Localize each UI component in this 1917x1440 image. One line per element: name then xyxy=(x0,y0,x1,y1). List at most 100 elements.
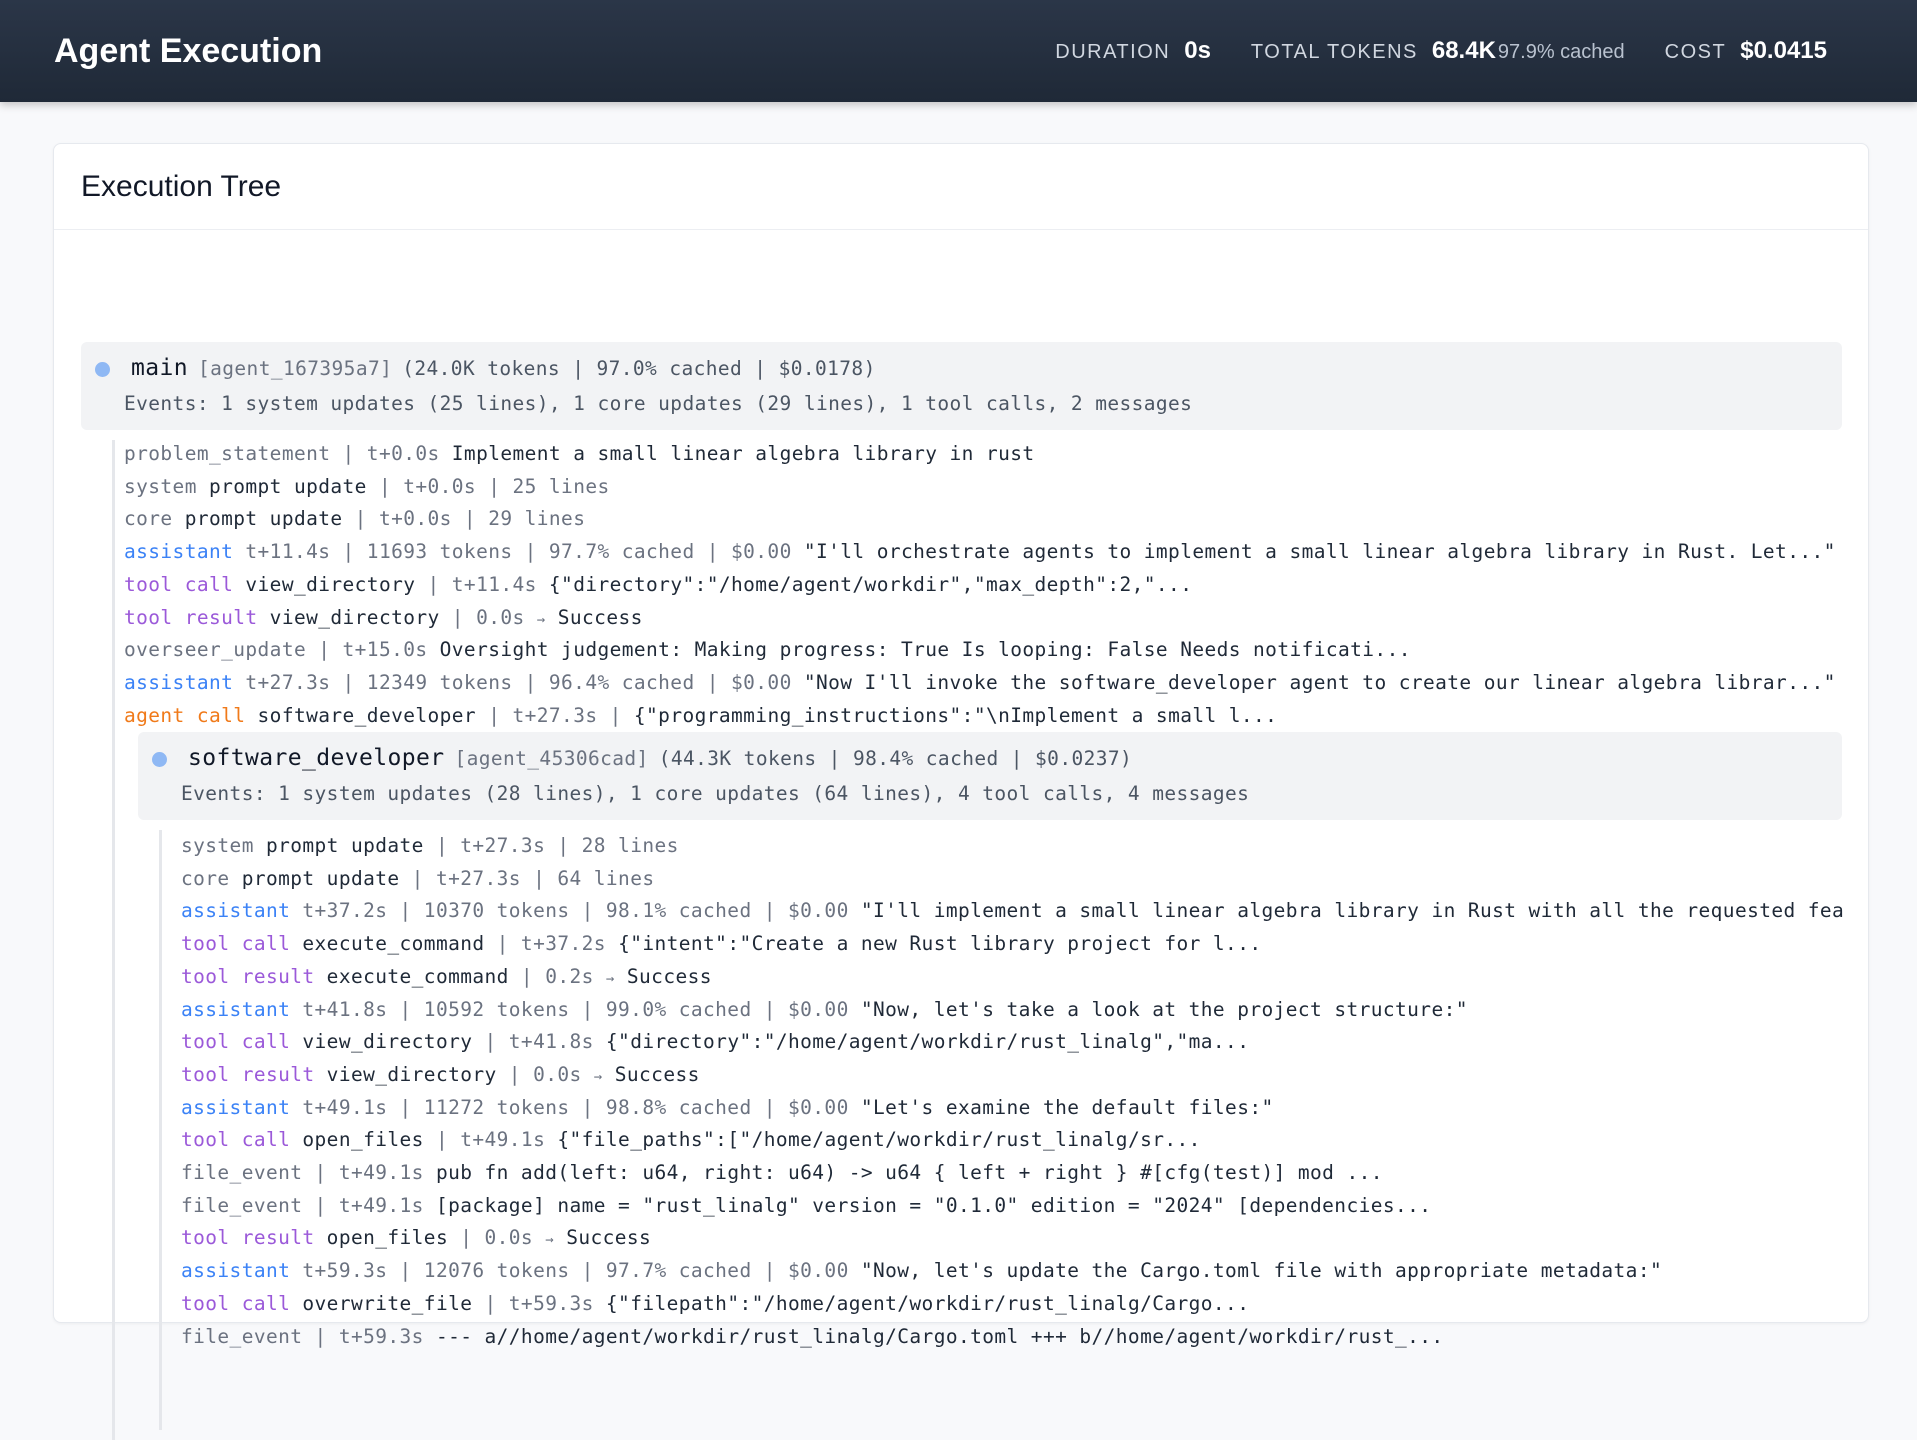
event-meta: | t+0.0s | 25 lines xyxy=(366,474,610,498)
event-kind: tool result xyxy=(181,964,315,988)
agent-node-main[interactable]: main [agent_167395a7] (24.0K tokens | 97… xyxy=(81,342,1842,430)
event-row[interactable]: core prompt update | t+27.3s | 64 lines xyxy=(181,865,1843,893)
event-row[interactable]: system prompt update | t+27.3s | 28 line… xyxy=(181,832,1843,860)
event-row[interactable]: tool call view_directory | t+11.4s {"dir… xyxy=(124,571,1844,599)
event-body: Implement a small linear algebra library… xyxy=(451,442,1035,465)
event-meta: | 0.0s xyxy=(439,605,537,629)
event-meta: | t+49.1s xyxy=(302,1161,436,1184)
event-meta: t+27.3s | 12349 tokens | 96.4% cached | … xyxy=(233,670,804,694)
event-kind: tool result xyxy=(181,1226,315,1250)
event-body: [package] name = "rust_linalg" version =… xyxy=(435,1193,1432,1217)
event-row[interactable]: tool call execute_command | t+37.2s {"in… xyxy=(181,930,1843,958)
event-target: prompt update xyxy=(184,507,343,531)
event-meta: t+37.2s | 10370 tokens | 98.1% cached | … xyxy=(290,899,861,923)
event-row[interactable]: tool result open_files | 0.0s → Success xyxy=(181,1224,1843,1252)
event-row[interactable]: assistant t+59.3s | 12076 tokens | 97.7%… xyxy=(181,1257,1843,1285)
event-target: execute_command xyxy=(290,932,485,956)
event-meta: | t+41.8s xyxy=(472,1030,606,1054)
event-kind: core xyxy=(124,507,185,531)
agent-name: main xyxy=(131,355,188,381)
agent-node-software-developer[interactable]: software_developer [agent_45306cad] (44.… xyxy=(138,732,1842,820)
event-meta: t+59.3s | 12076 tokens | 97.7% cached | … xyxy=(290,1259,861,1283)
cost-label: COST xyxy=(1664,41,1727,63)
agent-status-dot xyxy=(152,752,167,767)
event-row[interactable]: tool call view_directory | t+41.8s {"dir… xyxy=(181,1028,1843,1056)
event-body: pub fn add(left: u64, right: u64) -> u64… xyxy=(435,1161,1383,1184)
event-kind: tool call xyxy=(181,1128,291,1152)
event-row[interactable]: file_event | t+49.1s pub fn add(left: u6… xyxy=(181,1159,1843,1187)
event-meta: | t+59.3s xyxy=(302,1324,436,1348)
event-body: "Let's examine the default files:" xyxy=(860,1095,1274,1119)
event-meta: t+49.1s | 11272 tokens | 98.8% cached | … xyxy=(290,1095,861,1119)
event-body: "Now, let's take a look at the project s… xyxy=(860,997,1468,1021)
event-row[interactable]: tool result view_directory | 0.0s → Succ… xyxy=(124,604,1844,632)
event-body: Success xyxy=(614,964,712,988)
event-body: {"programming_instructions":"\nImplement… xyxy=(633,703,1278,727)
event-kind: system xyxy=(124,474,209,498)
stat-duration: DURATION 0s xyxy=(1055,37,1211,65)
event-body: {"filepath":"/home/agent/workdir/rust_li… xyxy=(605,1291,1250,1315)
event-body: "I'll implement a small linear algebra l… xyxy=(860,899,1843,923)
event-row[interactable]: assistant t+41.8s | 10592 tokens | 99.0%… xyxy=(181,996,1843,1024)
event-kind: file_event xyxy=(181,1193,303,1217)
arrow-icon: → xyxy=(545,1232,555,1249)
event-body: {"directory":"/home/agent/workdir/rust_l… xyxy=(605,1030,1250,1054)
event-row[interactable]: assistant t+27.3s | 12349 tokens | 96.4%… xyxy=(124,669,1844,697)
event-meta: | t+15.0s xyxy=(306,638,440,662)
event-row[interactable]: tool result execute_command | 0.2s → Suc… xyxy=(181,963,1843,991)
agent-events-summary: Events: 1 system updates (28 lines), 1 c… xyxy=(181,782,1250,805)
event-body: {"file_paths":["/home/agent/workdir/rust… xyxy=(557,1128,1201,1152)
event-meta: | t+27.3s | xyxy=(476,703,634,727)
event-row[interactable]: problem_statement | t+0.0s Implement a s… xyxy=(124,440,1844,468)
duration-value: 0s xyxy=(1184,37,1211,64)
event-row[interactable]: tool call open_files | t+49.1s {"file_pa… xyxy=(181,1126,1843,1154)
event-body: "Now I'll invoke the software_developer … xyxy=(803,670,1836,694)
event-row[interactable]: assistant t+37.2s | 10370 tokens | 98.1%… xyxy=(181,897,1843,925)
event-target: overwrite_file xyxy=(290,1291,473,1315)
event-body: --- a//home/agent/workdir/rust_linalg/Ca… xyxy=(435,1324,1444,1348)
event-kind: system xyxy=(181,834,266,857)
event-target: prompt update xyxy=(265,834,424,857)
event-row[interactable]: file_event | t+49.1s [package] name = "r… xyxy=(181,1192,1843,1220)
arrow-icon: → xyxy=(605,970,615,987)
agent-stats: (44.3K tokens | 98.4% cached | $0.0237) xyxy=(658,747,1133,770)
event-row[interactable]: assistant t+11.4s | 11693 tokens | 97.7%… xyxy=(124,538,1844,566)
app-title: Agent Execution xyxy=(54,31,323,70)
event-row[interactable]: core prompt update | t+0.0s | 29 lines xyxy=(124,505,1844,533)
event-row[interactable]: system prompt update | t+0.0s | 25 lines xyxy=(124,473,1844,501)
event-row[interactable]: overseer_update | t+15.0s Oversight judg… xyxy=(124,636,1844,664)
event-row[interactable]: tool call overwrite_file | t+59.3s {"fil… xyxy=(181,1290,1843,1318)
event-kind: file_event xyxy=(181,1161,303,1184)
event-meta: t+11.4s | 11693 tokens | 97.7% cached | … xyxy=(233,540,804,564)
event-row[interactable]: file_event | t+59.3s --- a//home/agent/w… xyxy=(181,1323,1843,1351)
event-meta: | t+59.3s xyxy=(472,1291,606,1315)
agent-name: software_developer xyxy=(188,745,445,771)
event-kind: overseer_update xyxy=(124,638,307,662)
event-kind: problem_statement xyxy=(124,442,331,465)
agent-events-summary: Events: 1 system updates (25 lines), 1 c… xyxy=(124,392,1193,415)
event-row[interactable]: assistant t+49.1s | 11272 tokens | 98.8%… xyxy=(181,1094,1843,1122)
event-kind: file_event xyxy=(181,1324,303,1348)
event-meta: | t+27.3s | 28 lines xyxy=(423,834,679,857)
event-body: "I'll orchestrate agents to implement a … xyxy=(803,540,1836,564)
event-target: view_directory xyxy=(314,1062,497,1086)
cost-value: $0.0415 xyxy=(1740,37,1827,64)
event-kind: core xyxy=(181,866,242,890)
event-kind: assistant xyxy=(124,670,234,694)
event-row[interactable]: tool result view_directory | 0.0s → Succ… xyxy=(181,1061,1843,1089)
event-body: Oversight judgement: Making progress: Tr… xyxy=(439,638,1411,662)
event-meta: | 0.2s xyxy=(508,964,606,988)
event-target: prompt update xyxy=(208,474,367,498)
event-body: {"intent":"Create a new Rust library pro… xyxy=(618,932,1262,956)
event-kind: assistant xyxy=(181,1095,291,1119)
arrow-icon: → xyxy=(536,611,546,628)
event-target: software_developer xyxy=(245,703,477,727)
panel-header: Execution Tree xyxy=(54,144,1868,230)
event-meta: | t+27.3s | 64 lines xyxy=(399,866,655,890)
event-body: Success xyxy=(602,1062,700,1086)
event-kind: tool call xyxy=(181,932,291,956)
event-target: prompt update xyxy=(241,866,400,890)
event-meta: | 0.0s xyxy=(448,1226,546,1250)
event-row[interactable]: agent call software_developer | t+27.3s … xyxy=(124,702,1844,730)
event-kind: agent call xyxy=(124,703,246,727)
